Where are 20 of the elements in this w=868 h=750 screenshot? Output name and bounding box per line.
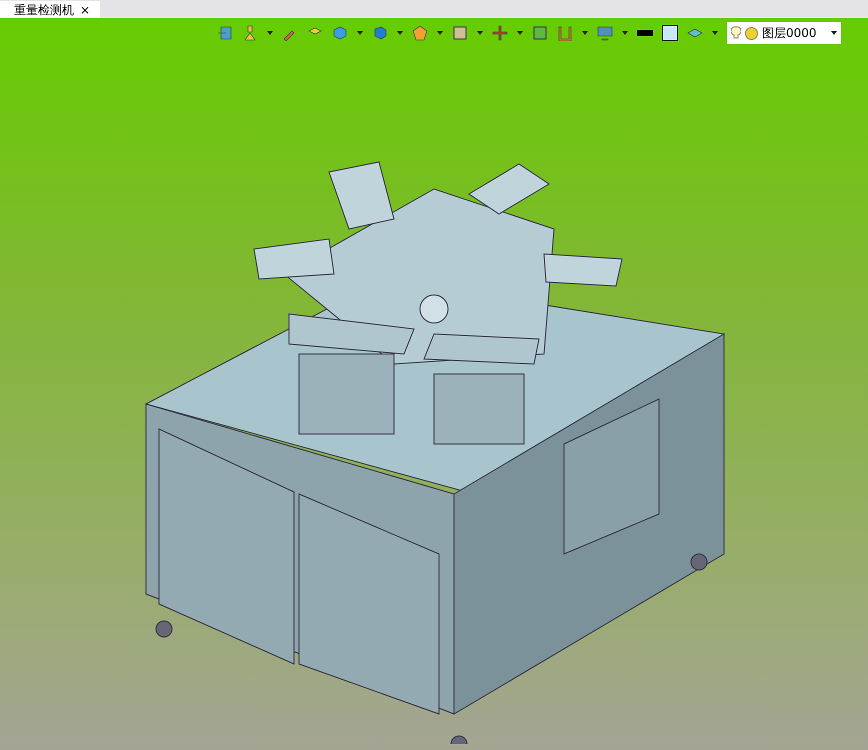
circle-icon bbox=[745, 26, 758, 40]
caret-icon[interactable] bbox=[437, 31, 443, 35]
caret-icon[interactable] bbox=[477, 31, 483, 35]
monitor-icon[interactable] bbox=[597, 25, 613, 41]
polygon-icon[interactable] bbox=[412, 25, 428, 41]
caret-icon[interactable] bbox=[622, 31, 628, 35]
caret-icon[interactable] bbox=[831, 31, 837, 35]
color-swatch-icon[interactable] bbox=[662, 25, 678, 41]
caret-icon[interactable] bbox=[517, 31, 523, 35]
close-icon[interactable]: × bbox=[80, 2, 90, 18]
square-icon[interactable] bbox=[532, 25, 548, 41]
lightbulb-icon bbox=[731, 26, 741, 40]
caret-icon[interactable] bbox=[267, 31, 273, 35]
caret-icon[interactable] bbox=[582, 31, 588, 35]
crosshair-icon[interactable] bbox=[492, 25, 508, 41]
document-tab[interactable]: 重量检测机 × bbox=[0, 1, 100, 18]
caret-icon[interactable] bbox=[357, 31, 363, 35]
layer-dropdown[interactable]: 图层0000 bbox=[727, 22, 841, 44]
caret-icon[interactable] bbox=[712, 31, 718, 35]
caret-icon[interactable] bbox=[397, 31, 403, 35]
